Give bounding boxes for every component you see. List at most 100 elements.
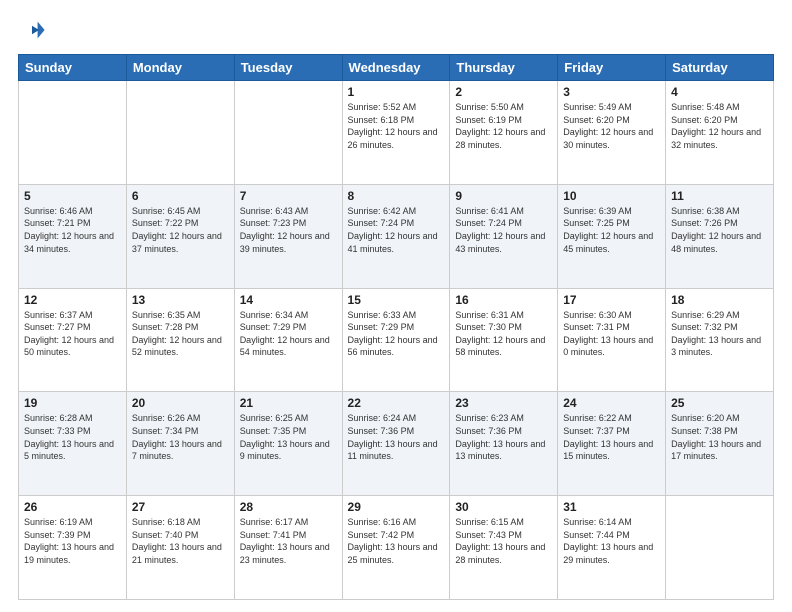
day-info: Sunrise: 5:48 AM Sunset: 6:20 PM Dayligh…	[671, 101, 768, 151]
day-info: Sunrise: 6:43 AM Sunset: 7:23 PM Dayligh…	[240, 205, 337, 255]
calendar-cell: 23 Sunrise: 6:23 AM Sunset: 7:36 PM Dayli…	[450, 392, 558, 496]
day-number: 5	[24, 189, 121, 203]
day-info: Sunrise: 6:38 AM Sunset: 7:26 PM Dayligh…	[671, 205, 768, 255]
calendar-cell: 29 Sunrise: 6:16 AM Sunset: 7:42 PM Dayli…	[342, 496, 450, 600]
day-info: Sunrise: 6:14 AM Sunset: 7:44 PM Dayligh…	[563, 516, 660, 566]
day-number: 13	[132, 293, 229, 307]
day-info: Sunrise: 6:25 AM Sunset: 7:35 PM Dayligh…	[240, 412, 337, 462]
day-header-monday: Monday	[126, 55, 234, 81]
day-number: 27	[132, 500, 229, 514]
calendar-cell: 15 Sunrise: 6:33 AM Sunset: 7:29 PM Dayli…	[342, 288, 450, 392]
day-info: Sunrise: 6:45 AM Sunset: 7:22 PM Dayligh…	[132, 205, 229, 255]
calendar-cell: 9 Sunrise: 6:41 AM Sunset: 7:24 PM Daylig…	[450, 184, 558, 288]
day-info: Sunrise: 6:33 AM Sunset: 7:29 PM Dayligh…	[348, 309, 445, 359]
day-number: 2	[455, 85, 552, 99]
calendar-table: SundayMondayTuesdayWednesdayThursdayFrid…	[18, 54, 774, 600]
calendar-cell: 25Sunrise: 6:20 AM Sunset: 7:38 PM Dayli…	[666, 392, 774, 496]
calendar-cell: 16 Sunrise: 6:31 AM Sunset: 7:30 PM Dayli…	[450, 288, 558, 392]
day-info: Sunrise: 6:26 AM Sunset: 7:34 PM Dayligh…	[132, 412, 229, 462]
day-number: 6	[132, 189, 229, 203]
day-number: 11	[671, 189, 768, 203]
day-header-saturday: Saturday	[666, 55, 774, 81]
day-number: 17	[563, 293, 660, 307]
day-info: Sunrise: 6:34 AM Sunset: 7:29 PM Dayligh…	[240, 309, 337, 359]
day-info: Sunrise: 6:39 AM Sunset: 7:25 PM Dayligh…	[563, 205, 660, 255]
day-info: Sunrise: 6:22 AM Sunset: 7:37 PM Dayligh…	[563, 412, 660, 462]
day-number: 23	[455, 396, 552, 410]
logo-icon	[18, 16, 46, 44]
day-header-wednesday: Wednesday	[342, 55, 450, 81]
header	[18, 16, 774, 44]
calendar-cell: 18Sunrise: 6:29 AM Sunset: 7:32 PM Dayli…	[666, 288, 774, 392]
day-info: Sunrise: 6:17 AM Sunset: 7:41 PM Dayligh…	[240, 516, 337, 566]
day-info: Sunrise: 6:16 AM Sunset: 7:42 PM Dayligh…	[348, 516, 445, 566]
day-number: 3	[563, 85, 660, 99]
week-row-5: 26Sunrise: 6:19 AM Sunset: 7:39 PM Dayli…	[19, 496, 774, 600]
day-info: Sunrise: 6:46 AM Sunset: 7:21 PM Dayligh…	[24, 205, 121, 255]
day-info: Sunrise: 6:41 AM Sunset: 7:24 PM Dayligh…	[455, 205, 552, 255]
day-number: 31	[563, 500, 660, 514]
page: SundayMondayTuesdayWednesdayThursdayFrid…	[0, 0, 792, 612]
calendar-cell: 7 Sunrise: 6:43 AM Sunset: 7:23 PM Daylig…	[234, 184, 342, 288]
day-info: Sunrise: 5:52 AM Sunset: 6:18 PM Dayligh…	[348, 101, 445, 151]
calendar-cell: 5 Sunrise: 6:46 AM Sunset: 7:21 PM Daylig…	[19, 184, 127, 288]
day-info: Sunrise: 6:18 AM Sunset: 7:40 PM Dayligh…	[132, 516, 229, 566]
logo	[18, 16, 48, 44]
day-info: Sunrise: 6:35 AM Sunset: 7:28 PM Dayligh…	[132, 309, 229, 359]
calendar-cell	[666, 496, 774, 600]
calendar-cell: 30 Sunrise: 6:15 AM Sunset: 7:43 PM Dayli…	[450, 496, 558, 600]
day-info: Sunrise: 6:37 AM Sunset: 7:27 PM Dayligh…	[24, 309, 121, 359]
day-number: 28	[240, 500, 337, 514]
day-header-sunday: Sunday	[19, 55, 127, 81]
day-number: 12	[24, 293, 121, 307]
day-number: 15	[348, 293, 445, 307]
day-number: 8	[348, 189, 445, 203]
calendar-cell: 10Sunrise: 6:39 AM Sunset: 7:25 PM Dayli…	[558, 184, 666, 288]
day-info: Sunrise: 5:50 AM Sunset: 6:19 PM Dayligh…	[455, 101, 552, 151]
calendar-cell: 6 Sunrise: 6:45 AM Sunset: 7:22 PM Daylig…	[126, 184, 234, 288]
day-number: 29	[348, 500, 445, 514]
day-info: Sunrise: 6:23 AM Sunset: 7:36 PM Dayligh…	[455, 412, 552, 462]
calendar-cell: 2 Sunrise: 5:50 AM Sunset: 6:19 PM Daylig…	[450, 81, 558, 185]
day-number: 22	[348, 396, 445, 410]
calendar-cell: 28 Sunrise: 6:17 AM Sunset: 7:41 PM Dayli…	[234, 496, 342, 600]
calendar-cell: 1 Sunrise: 5:52 AM Sunset: 6:18 PM Daylig…	[342, 81, 450, 185]
day-number: 1	[348, 85, 445, 99]
calendar-cell	[126, 81, 234, 185]
calendar-cell: 22 Sunrise: 6:24 AM Sunset: 7:36 PM Dayli…	[342, 392, 450, 496]
day-info: Sunrise: 6:31 AM Sunset: 7:30 PM Dayligh…	[455, 309, 552, 359]
day-info: Sunrise: 5:49 AM Sunset: 6:20 PM Dayligh…	[563, 101, 660, 151]
calendar-cell: 4Sunrise: 5:48 AM Sunset: 6:20 PM Daylig…	[666, 81, 774, 185]
day-number: 24	[563, 396, 660, 410]
week-row-1: 1 Sunrise: 5:52 AM Sunset: 6:18 PM Daylig…	[19, 81, 774, 185]
calendar-cell: 19 Sunrise: 6:28 AM Sunset: 7:33 PM Dayli…	[19, 392, 127, 496]
day-number: 7	[240, 189, 337, 203]
calendar-cell: 3 Sunrise: 5:49 AM Sunset: 6:20 PM Daylig…	[558, 81, 666, 185]
day-info: Sunrise: 6:30 AM Sunset: 7:31 PM Dayligh…	[563, 309, 660, 359]
day-number: 25	[671, 396, 768, 410]
day-info: Sunrise: 6:24 AM Sunset: 7:36 PM Dayligh…	[348, 412, 445, 462]
day-number: 20	[132, 396, 229, 410]
calendar-cell	[234, 81, 342, 185]
calendar-cell: 13 Sunrise: 6:35 AM Sunset: 7:28 PM Dayli…	[126, 288, 234, 392]
day-number: 18	[671, 293, 768, 307]
day-header-friday: Friday	[558, 55, 666, 81]
calendar-cell: 12 Sunrise: 6:37 AM Sunset: 7:27 PM Dayli…	[19, 288, 127, 392]
week-row-2: 5 Sunrise: 6:46 AM Sunset: 7:21 PM Daylig…	[19, 184, 774, 288]
header-row: SundayMondayTuesdayWednesdayThursdayFrid…	[19, 55, 774, 81]
day-number: 30	[455, 500, 552, 514]
day-number: 21	[240, 396, 337, 410]
day-number: 14	[240, 293, 337, 307]
day-info: Sunrise: 6:42 AM Sunset: 7:24 PM Dayligh…	[348, 205, 445, 255]
day-number: 19	[24, 396, 121, 410]
day-number: 16	[455, 293, 552, 307]
day-number: 26	[24, 500, 121, 514]
day-number: 9	[455, 189, 552, 203]
calendar-cell: 8 Sunrise: 6:42 AM Sunset: 7:24 PM Daylig…	[342, 184, 450, 288]
calendar-cell	[19, 81, 127, 185]
day-info: Sunrise: 6:15 AM Sunset: 7:43 PM Dayligh…	[455, 516, 552, 566]
day-header-tuesday: Tuesday	[234, 55, 342, 81]
day-info: Sunrise: 6:28 AM Sunset: 7:33 PM Dayligh…	[24, 412, 121, 462]
calendar-cell: 26Sunrise: 6:19 AM Sunset: 7:39 PM Dayli…	[19, 496, 127, 600]
calendar-cell: 31 Sunrise: 6:14 AM Sunset: 7:44 PM Dayli…	[558, 496, 666, 600]
